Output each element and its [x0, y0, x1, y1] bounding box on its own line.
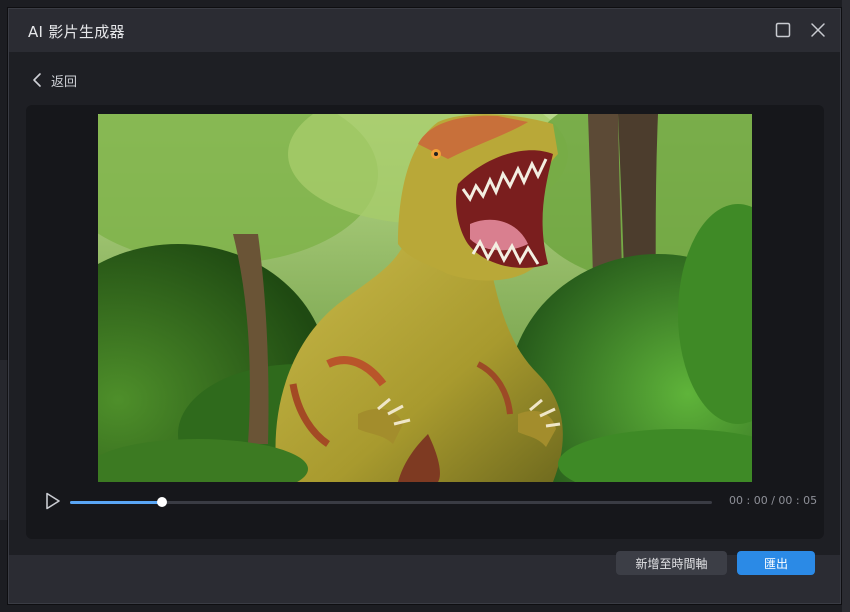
background-strip: [842, 0, 850, 612]
close-icon: [811, 23, 825, 37]
dialog-title: AI 影片生成器: [28, 23, 125, 41]
video-player: 00 : 00 / 00 : 05: [26, 105, 824, 539]
maximize-button[interactable]: [773, 20, 793, 40]
add-to-timeline-button[interactable]: 新增至時間軸: [616, 551, 727, 575]
chevron-left-icon: [33, 73, 41, 87]
progress-fill: [70, 501, 163, 504]
progress-handle[interactable]: [157, 497, 168, 507]
video-preview[interactable]: [98, 114, 752, 482]
export-button[interactable]: 匯出: [737, 551, 815, 575]
play-icon: [46, 492, 60, 510]
title-bar: AI 影片生成器: [9, 9, 840, 52]
maximize-icon: [775, 22, 791, 38]
timecode: 00 : 00 / 00 : 05: [729, 494, 818, 507]
back-label: 返回: [51, 74, 78, 90]
ai-video-generator-dialog: AI 影片生成器 返回 00: 00 / 00: 05: [8, 8, 841, 604]
back-button[interactable]: 返回: [31, 69, 77, 91]
background-panel: [0, 360, 8, 520]
video-frame-dinosaur: [98, 114, 752, 482]
play-button[interactable]: [44, 491, 62, 511]
close-button[interactable]: [808, 20, 828, 40]
progress-slider[interactable]: [70, 497, 712, 507]
